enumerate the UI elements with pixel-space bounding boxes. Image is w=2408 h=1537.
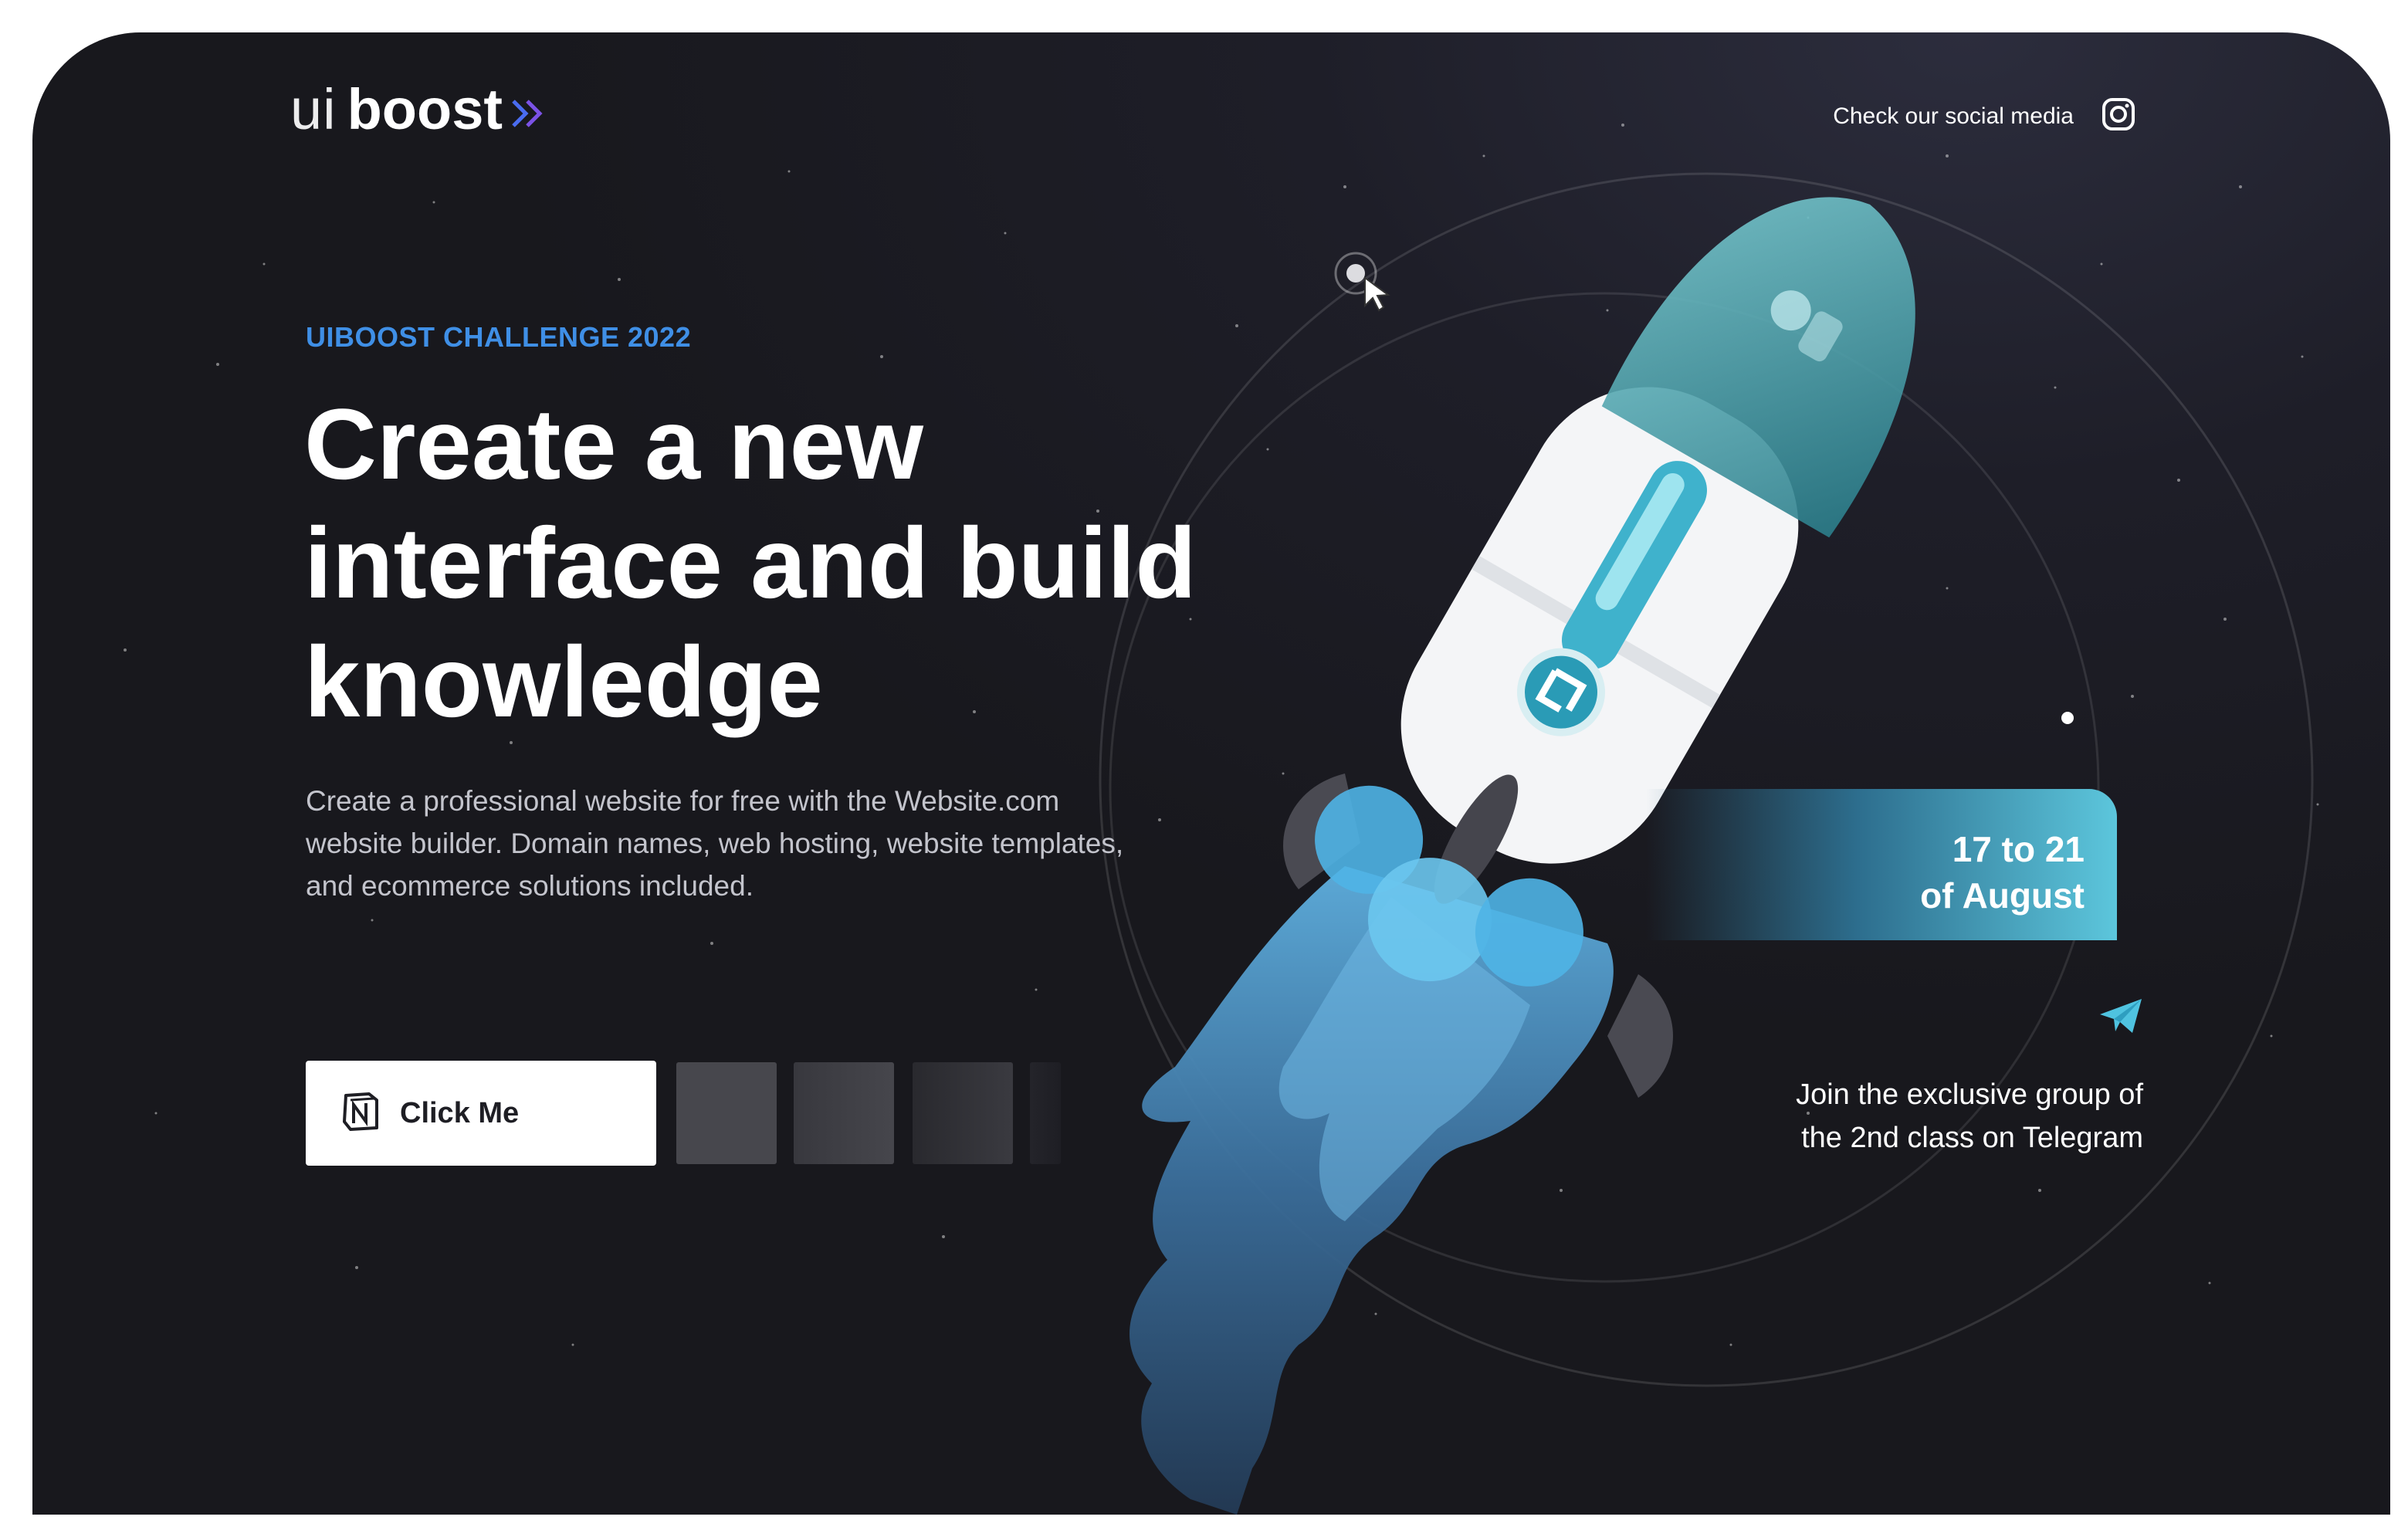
description-line: Create a professional website for free w… — [306, 785, 1060, 817]
double-chevron-right-icon — [510, 98, 547, 133]
placeholder-tile[interactable] — [1030, 1062, 1061, 1164]
hero-description: Create a professional website for free w… — [306, 780, 1232, 907]
event-date-line: of August — [1920, 875, 2085, 916]
telegram-invite-text[interactable]: Join the exclusive group of the 2nd clas… — [1796, 1073, 2143, 1160]
event-dates: 17 to 21 of August — [1920, 826, 2085, 919]
challenge-kicker: UIBOOST CHALLENGE 2022 — [306, 321, 692, 353]
telegram-plane-icon[interactable] — [2098, 997, 2143, 1038]
headline-line: Create a new — [304, 388, 924, 500]
event-date-line: 17 to 21 — [1952, 829, 2085, 869]
logo-bold-text: boost — [347, 77, 503, 141]
placeholder-tile[interactable] — [913, 1062, 1013, 1164]
telegram-text-line: the 2nd class on Telegram — [1801, 1122, 2143, 1154]
event-date-panel: 17 to 21 of August — [1646, 789, 2117, 940]
rocket-illustration — [1129, 197, 1915, 1515]
logo-light-text: ui — [290, 77, 337, 141]
hero-section: ui boost Check our social media UIBOOST … — [32, 32, 2390, 1515]
logo[interactable]: ui boost — [290, 65, 547, 142]
description-line: and ecommerce solutions included. — [306, 870, 754, 902]
click-me-label: Click Me — [400, 1096, 520, 1129]
hero-headline: Create a new interface and build knowled… — [304, 384, 1308, 741]
notion-icon — [340, 1091, 381, 1136]
description-line: website builder. Domain names, web hosti… — [306, 828, 1124, 859]
headline-line: knowledge — [304, 625, 823, 738]
placeholder-tile[interactable] — [676, 1062, 777, 1164]
placeholder-tile[interactable] — [794, 1062, 894, 1164]
telegram-text-line: Join the exclusive group of — [1796, 1078, 2143, 1111]
social-media-link[interactable]: Check our social media — [1833, 97, 2135, 135]
instagram-icon[interactable] — [2101, 97, 2135, 135]
click-me-button[interactable]: Click Me — [306, 1061, 656, 1166]
headline-line: interface and build — [304, 506, 1197, 619]
social-label: Check our social media — [1833, 103, 2074, 129]
